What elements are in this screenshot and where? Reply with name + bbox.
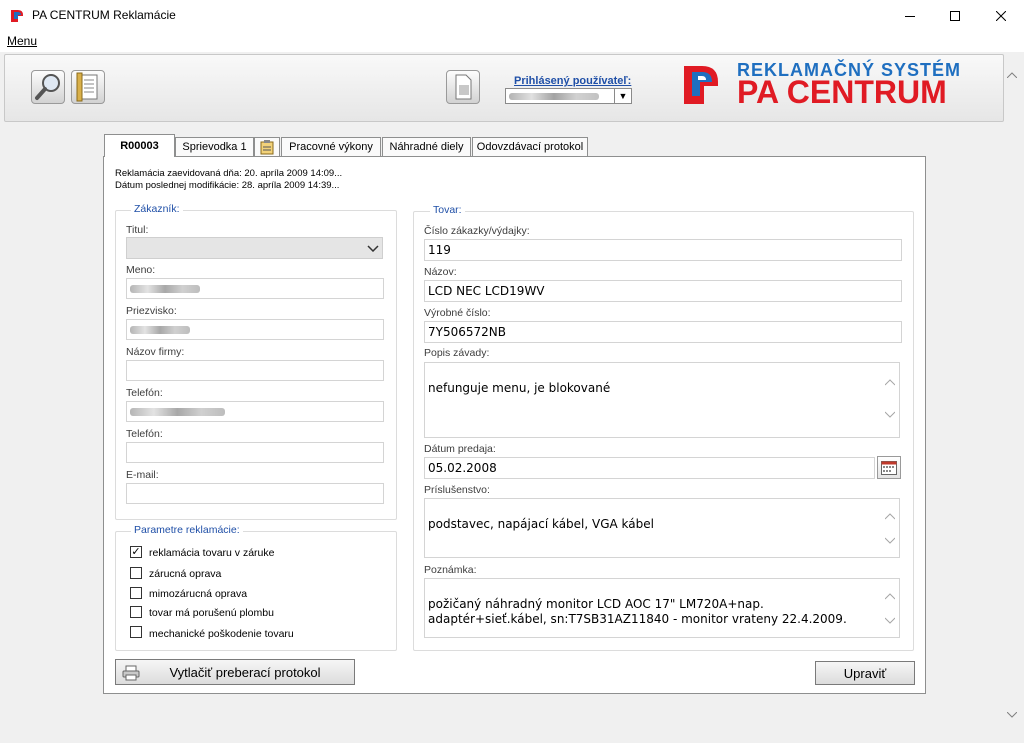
checkbox-label: tovar má porušenú plombu: [149, 607, 274, 619]
checkbox-label: zárucná oprava: [149, 568, 222, 580]
scroll-down-icon: [885, 617, 895, 624]
note-label: Poznámka:: [424, 564, 477, 576]
note-textarea[interactable]: požičaný náhradný monitor LCD AOC 17" LM…: [424, 578, 900, 638]
goods-legend: Tovar:: [430, 204, 465, 216]
print-protocol-label: Vytlačiť preberací protokol: [169, 664, 321, 680]
close-button[interactable]: [978, 0, 1024, 32]
report-button[interactable]: [446, 70, 480, 104]
scroll-up-icon: [885, 379, 895, 386]
search-button[interactable]: [31, 70, 65, 104]
printer-icon: [122, 665, 140, 681]
logged-user-value: [509, 93, 599, 100]
print-protocol-button[interactable]: Vytlačiť preberací protokol: [115, 659, 355, 685]
serial-input[interactable]: 7Y506572NB: [424, 321, 902, 343]
modified-info: Dátum poslednej modifikácie: 28. apríla …: [115, 180, 340, 191]
phone1-input[interactable]: [126, 401, 384, 422]
menu-bar: Menu: [0, 32, 1024, 53]
title-label: Titul:: [126, 224, 149, 236]
name-input[interactable]: [126, 278, 384, 299]
maximize-button[interactable]: [932, 0, 978, 32]
tab-clipboard[interactable]: [254, 137, 280, 156]
name-label: Meno:: [126, 264, 156, 276]
logged-user-label: Prihlásený používateľ:: [514, 75, 632, 87]
title-select[interactable]: [126, 237, 383, 259]
name-value: [130, 285, 200, 293]
email-label: E-mail:: [126, 469, 159, 481]
app-logo-icon: [10, 8, 24, 24]
document-icon: [455, 74, 472, 100]
surname-input[interactable]: [126, 319, 384, 340]
scroll-down-icon: [885, 537, 895, 544]
title-bar: PA CENTRUM Reklamácie: [0, 0, 1024, 32]
order-label: Číslo zákazky/výdajky:: [424, 225, 530, 237]
scroll-down-icon: [885, 411, 895, 418]
window-title: PA CENTRUM Reklamácie: [32, 8, 176, 22]
surname-value: [130, 326, 190, 334]
close-icon: [996, 11, 1006, 21]
brand-logo-icon: [684, 60, 720, 110]
magnifier-icon: [35, 74, 60, 100]
checkbox-warranty-claim[interactable]: ✓: [130, 546, 142, 558]
defect-textarea[interactable]: nefunguje menu, je blokované: [424, 362, 900, 438]
accessories-value: podstavec, napájací kábel, VGA kábel: [428, 517, 654, 531]
company-label: Názov firmy:: [126, 346, 185, 358]
customer-legend: Zákazník:: [131, 203, 183, 215]
phone1-label: Telefón:: [126, 387, 163, 399]
checkbox-broken-seal[interactable]: [130, 606, 142, 618]
sale-date-input[interactable]: 05.02.2008: [424, 457, 875, 479]
document-list-icon: [76, 72, 98, 102]
tab-nahradne-diely[interactable]: Náhradné diely: [382, 137, 471, 156]
sale-date-label: Dátum predaja:: [424, 443, 496, 455]
defect-label: Popis závady:: [424, 347, 490, 359]
brand-name: PA CENTRUM: [737, 74, 947, 110]
phone2-input[interactable]: [126, 442, 384, 463]
clipboard-icon: [260, 139, 274, 154]
tab-odovzdavaci-protokol[interactable]: Odovzdávací protokol: [472, 137, 588, 156]
list-button[interactable]: [71, 70, 105, 104]
created-info: Reklamácia zaevidovaná dňa: 20. apríla 2…: [115, 168, 343, 179]
phone2-label: Telefón:: [126, 428, 163, 440]
tab-sprievodka[interactable]: Sprievodka 1: [175, 137, 254, 156]
order-input[interactable]: 119: [424, 239, 902, 261]
tab-r00003[interactable]: R00003: [104, 134, 175, 157]
checkmark-icon: ✓: [131, 546, 141, 558]
serial-label: Výrobné číslo:: [424, 307, 491, 319]
edit-button[interactable]: Upraviť: [815, 661, 915, 685]
checkbox-warranty-repair[interactable]: [130, 567, 142, 579]
accessories-label: Príslušenstvo:: [424, 484, 490, 496]
calendar-icon: [881, 460, 897, 475]
defect-value: nefunguje menu, je blokované: [428, 381, 611, 395]
company-input[interactable]: [126, 360, 384, 381]
params-legend: Parametre reklamácie:: [131, 524, 243, 536]
menu-item-menu[interactable]: Menu: [7, 34, 37, 48]
product-name-label: Názov:: [424, 266, 457, 278]
scroll-down-icon: [1007, 712, 1017, 718]
phone1-value: [130, 408, 225, 416]
surname-label: Priezvisko:: [126, 305, 177, 317]
email-input[interactable]: [126, 483, 384, 504]
minimize-icon: [905, 16, 915, 17]
checkbox-label: mechanické poškodenie tovaru: [149, 628, 294, 640]
chevron-down-icon: [367, 245, 379, 252]
scroll-up-icon: [1007, 72, 1017, 78]
scroll-up-icon: [885, 513, 895, 520]
logged-user-select[interactable]: ▼: [505, 88, 632, 104]
note-value: požičaný náhradný monitor LCD AOC 17" LM…: [428, 597, 847, 626]
vertical-scrollbar[interactable]: [1004, 54, 1020, 732]
checkbox-label: mimozárucná oprava: [149, 588, 248, 600]
checkbox-post-warranty-repair[interactable]: [130, 587, 142, 599]
date-picker-button[interactable]: [877, 456, 901, 479]
scroll-up-icon: [885, 593, 895, 600]
product-name-input[interactable]: LCD NEC LCD19WV: [424, 280, 902, 302]
checkbox-mechanical-damage[interactable]: [130, 626, 142, 638]
chevron-down-icon: ▼: [614, 89, 631, 103]
checkbox-label: reklamácia tovaru v záruke: [149, 547, 275, 559]
maximize-icon: [950, 11, 960, 21]
tab-pracovne-vykony[interactable]: Pracovné výkony: [281, 137, 381, 156]
accessories-textarea[interactable]: podstavec, napájací kábel, VGA kábel: [424, 498, 900, 558]
minimize-button[interactable]: [887, 0, 933, 32]
